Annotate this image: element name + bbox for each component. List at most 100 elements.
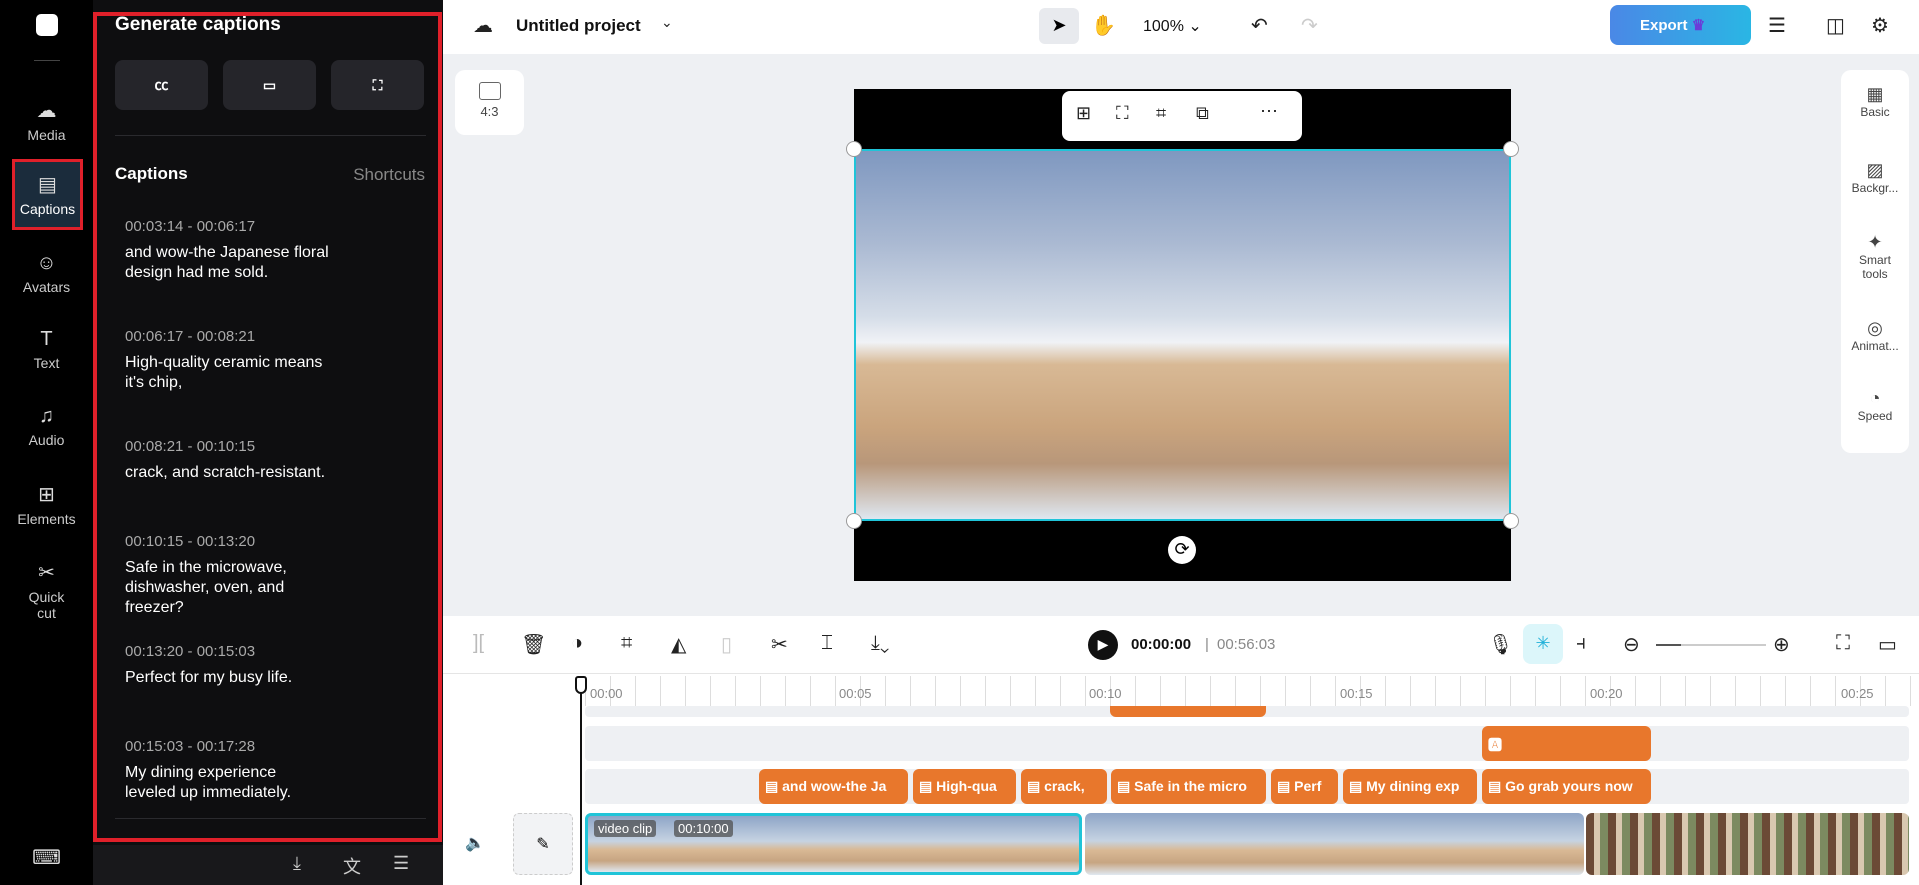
clip-duration: 00:10:00 xyxy=(674,820,733,837)
speed-tab[interactable]: ◔ Speed xyxy=(1841,388,1909,423)
ruler-tick-label: 00:25 xyxy=(1841,686,1874,701)
caption-clip[interactable]: ▤ crack, xyxy=(1021,769,1107,804)
sidebar-item-elements[interactable]: ⊞ Elements xyxy=(0,482,93,527)
more-icon[interactable]: ⋯ xyxy=(1260,101,1278,122)
resize-handle[interactable] xyxy=(846,141,862,157)
settings-icon[interactable]: ⚙ xyxy=(1871,13,1889,38)
caption-clip[interactable]: ▤ Safe in the micro xyxy=(1111,769,1266,804)
fullscreen-icon[interactable]: ⛶ xyxy=(1836,632,1850,655)
trim-icon[interactable]: ⌶ xyxy=(821,632,833,655)
crop-icon[interactable]: ⌗ xyxy=(621,632,632,655)
select-tool-button[interactable]: ➤ xyxy=(1039,8,1079,44)
label: Basic xyxy=(1860,105,1890,119)
ruler-tick-label: 00:00 xyxy=(590,686,623,701)
text-icon: 🅰 xyxy=(1488,737,1502,753)
zoom-select[interactable]: 100% ⌄ xyxy=(1143,16,1202,36)
replace-image-icon[interactable]: ⊞ xyxy=(1076,103,1091,124)
caption-clip[interactable]: ▤ Perf xyxy=(1271,769,1338,804)
rotate-icon[interactable]: ⟳ xyxy=(1168,536,1196,564)
resize-handle[interactable] xyxy=(846,513,862,529)
ruler-tick-label: 00:15 xyxy=(1340,686,1373,701)
cloud-upload-icon: ☁ xyxy=(36,100,57,122)
animation-tab[interactable]: ◎ Animat... xyxy=(1841,318,1909,353)
caption-clip[interactable]: ▤ My dining exp xyxy=(1343,769,1477,804)
panel-footer: ⤓ 文 ☰ xyxy=(93,845,443,885)
play-button[interactable]: ▶ xyxy=(1088,630,1118,660)
text-clip[interactable]: 🅰 xyxy=(1482,726,1651,761)
caption-clip[interactable]: ▤ Go grab yours now xyxy=(1482,769,1651,804)
playhead[interactable] xyxy=(580,676,582,885)
panel-layout-icon[interactable]: ◫ xyxy=(1826,13,1845,38)
zoom-slider[interactable] xyxy=(1656,644,1766,646)
sidebar-item-media[interactable]: ☁ Media xyxy=(0,98,93,143)
zoom-slider-fill xyxy=(1656,644,1681,646)
divider xyxy=(34,60,60,61)
magic-wand-icon: ✦ xyxy=(1867,232,1883,252)
magnet-snap-button[interactable]: ✳ xyxy=(1523,624,1563,664)
clip-label: My dining exp xyxy=(1366,778,1460,794)
zoom-out-icon[interactable]: ⊖ xyxy=(1623,632,1640,657)
audio-clip[interactable] xyxy=(1110,706,1266,717)
timeline-toolbar: ][ 🗑 ◑ ⌗ ◭ ▯ ✂ ⌶ ⤓⌄ ▶ 00:00:00 | 00:56:0… xyxy=(443,616,1919,674)
resize-handle[interactable] xyxy=(1503,141,1519,157)
download-icon[interactable]: ⤓⌄ xyxy=(871,632,889,655)
cut-icon[interactable]: ✂ xyxy=(771,632,788,657)
label: Speed xyxy=(1857,409,1893,423)
undo-icon[interactable]: ↶ xyxy=(1251,13,1268,38)
play-range-icon[interactable]: ◑ xyxy=(571,632,583,655)
split-icon[interactable]: ][ xyxy=(473,632,484,655)
clip-label: Go grab yours now xyxy=(1505,778,1633,794)
preview-icon[interactable]: ▭ xyxy=(1878,632,1897,657)
mute-icon[interactable]: 🔈 xyxy=(465,833,485,853)
video-preview[interactable] xyxy=(854,149,1511,521)
clip-label: High-qua xyxy=(936,778,997,794)
keyboard-icon[interactable]: ⌨ xyxy=(0,845,93,874)
microphone-icon[interactable]: 🎙 xyxy=(1488,632,1513,657)
total-time: 00:56:03 xyxy=(1217,636,1276,653)
flip-icon[interactable]: ◭ xyxy=(671,632,686,657)
right-tool-panel: ▦ Basic ▨ Backgr... ✦ Smart tools ◎ Animat..… xyxy=(1841,70,1909,453)
zoom-value: 100% xyxy=(1143,18,1184,35)
top-bar: ☁ Untitled project ⌄ ➤ ✋ 100% ⌄ ↶ ↷ Expo… xyxy=(443,0,1919,54)
caption-clip[interactable]: ▤ High-qua xyxy=(913,769,1016,804)
search-replace-icon[interactable]: ☰ xyxy=(393,853,409,874)
crop-icon[interactable]: ⌗ xyxy=(1156,103,1166,124)
app-logo[interactable] xyxy=(36,14,58,36)
basic-tab[interactable]: ▦ Basic xyxy=(1841,84,1909,119)
playhead-handle[interactable] xyxy=(575,676,587,694)
download-icon[interactable]: ⤓ xyxy=(293,853,301,874)
project-title[interactable]: Untitled project xyxy=(516,16,641,36)
aspect-ratio-button[interactable]: 4:3 xyxy=(455,70,524,135)
background-icon: ▨ xyxy=(1866,160,1884,180)
ruler-tick-label: 00:05 xyxy=(839,686,872,701)
ruler-tick-label: 00:20 xyxy=(1590,686,1623,701)
chevron-down-icon[interactable]: ⌄ xyxy=(661,14,673,31)
video-clip[interactable] xyxy=(1586,813,1909,875)
layers-icon[interactable]: ☰ xyxy=(1768,13,1786,38)
hand-tool-icon[interactable]: ✋ xyxy=(1091,13,1116,38)
edit-cover-button[interactable]: ✎ xyxy=(513,813,573,875)
floating-toolbar: ⊞ ⛶ ⌗ ⧉ ⋯ xyxy=(1062,91,1302,141)
fit-icon[interactable]: ⛶ xyxy=(1116,103,1129,124)
cloud-save-icon[interactable]: ☁ xyxy=(473,13,493,38)
animation-icon: ◎ xyxy=(1867,318,1883,338)
background-tab[interactable]: ▨ Backgr... xyxy=(1841,160,1909,195)
ruler[interactable] xyxy=(585,676,1915,706)
translate-icon[interactable]: 文 xyxy=(343,853,361,879)
export-button[interactable]: Export ♛ xyxy=(1610,5,1751,45)
freeze-icon[interactable]: ▯ xyxy=(721,632,732,657)
ratio-label: 4:3 xyxy=(480,104,499,119)
video-clip[interactable] xyxy=(1085,813,1584,875)
zoom-in-icon[interactable]: ⊕ xyxy=(1773,632,1790,657)
split-audio-icon[interactable]: ⫞ xyxy=(1576,632,1586,655)
picture-in-picture-icon[interactable]: ⧉ xyxy=(1196,103,1209,124)
redo-icon[interactable]: ↷ xyxy=(1301,13,1318,38)
clip-label: Safe in the micro xyxy=(1134,778,1247,794)
resize-handle[interactable] xyxy=(1503,513,1519,529)
speed-icon: ◔ xyxy=(1869,388,1881,408)
caption-clip[interactable]: ▤ and wow-the Ja xyxy=(759,769,908,804)
video-clip[interactable]: video clip 00:10:00 xyxy=(585,813,1082,875)
delete-icon[interactable]: 🗑 xyxy=(521,632,546,657)
smart-tools-tab[interactable]: ✦ Smart tools xyxy=(1849,232,1901,281)
export-label: Export xyxy=(1640,17,1688,34)
